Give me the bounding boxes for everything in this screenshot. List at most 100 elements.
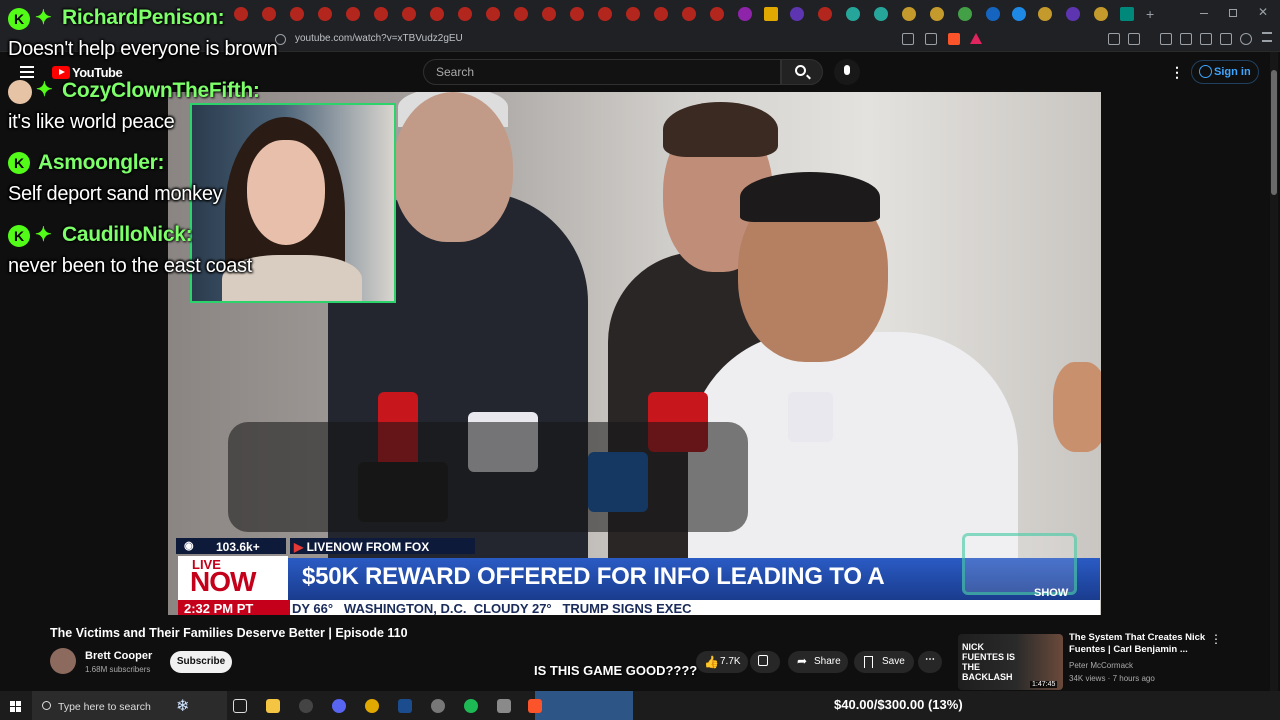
maximize-icon[interactable]	[1229, 9, 1237, 17]
channel-avatar[interactable]	[50, 648, 76, 674]
chat-username: CaudilloNick:	[62, 223, 193, 246]
chat-message: Self deport sand monkey	[8, 183, 223, 205]
save-button[interactable]: Save	[854, 651, 914, 673]
chat-message: it's like world peace	[8, 111, 175, 133]
hamburger-menu-icon[interactable]	[20, 66, 34, 78]
tab-favicon-icon[interactable]	[430, 7, 444, 21]
tab-favicon-icon[interactable]	[874, 7, 888, 21]
tab-favicon-icon[interactable]	[710, 7, 724, 21]
related-video-meta: 34K views · 7 hours ago	[1069, 674, 1155, 683]
time-label: 2:32 PM PT	[184, 601, 254, 616]
bookmarks-icon[interactable]	[1160, 33, 1172, 45]
tab-favicon-icon[interactable]	[570, 7, 584, 21]
brave-browser-icon[interactable]	[528, 699, 542, 713]
extensions-icon[interactable]	[1108, 33, 1120, 45]
taskbar-active-window[interactable]	[535, 691, 633, 720]
tab-favicon-icon[interactable]	[1120, 7, 1134, 21]
chat-message: Doesn't help everyone is brown	[8, 38, 278, 60]
sidebar-icon[interactable]	[1180, 33, 1192, 45]
channel-name[interactable]: Brett Cooper	[85, 650, 152, 662]
related-thumb-text: NICK FUENTES IS THE BACKLASH	[962, 642, 1016, 682]
subscribe-button[interactable]: Subscribe	[170, 651, 232, 673]
close-window-icon[interactable]: ✕	[1258, 5, 1268, 19]
tab-favicon-icon[interactable]	[682, 7, 696, 21]
microphone-cluster	[228, 422, 748, 532]
tab-favicon-icon[interactable]	[626, 7, 640, 21]
save-label: Save	[882, 656, 905, 667]
chat-message: never been to the east coast	[8, 255, 252, 277]
extension-icon[interactable]	[1128, 33, 1140, 45]
search-icon	[795, 65, 806, 76]
taskbar-search-placeholder[interactable]: Type here to search	[58, 701, 151, 713]
related-video-duration: 1:47:45	[1030, 681, 1058, 688]
tab-favicon-icon[interactable]	[818, 7, 832, 21]
obs-icon[interactable]	[299, 699, 313, 713]
now-label: NOW	[190, 566, 256, 597]
subscriber-gem-icon: ✦	[35, 7, 52, 29]
more-options-icon[interactable]: ⋮	[1170, 65, 1184, 79]
related-more-icon[interactable]: ⋮	[1210, 632, 1222, 646]
tab-favicon-icon[interactable]	[1012, 7, 1026, 21]
windows-start-icon[interactable]	[10, 701, 21, 712]
task-view-icon[interactable]	[233, 699, 247, 713]
minimize-icon[interactable]	[1200, 13, 1208, 14]
tab-favicon-icon[interactable]	[958, 7, 972, 21]
app-icon[interactable]	[497, 699, 511, 713]
tab-favicon-icon[interactable]	[930, 7, 944, 21]
scrollbar-thumb[interactable]	[1271, 70, 1277, 195]
video-person	[1053, 362, 1101, 452]
tab-favicon-icon[interactable]	[846, 7, 860, 21]
tab-favicon-icon[interactable]	[402, 7, 416, 21]
tab-favicon-icon[interactable]	[486, 7, 500, 21]
like-count: 7.7K	[720, 656, 741, 667]
tab-favicon-icon[interactable]	[514, 7, 528, 21]
youtube-logo-text[interactable]: YouTube	[72, 65, 123, 80]
tab-favicon-icon[interactable]	[542, 7, 556, 21]
tab-favicon-icon[interactable]	[318, 7, 332, 21]
tab-favicon-icon[interactable]	[1094, 7, 1108, 21]
url-text[interactable]: youtube.com/watch?v=xTBVudz2gEU	[295, 33, 463, 44]
related-video-title[interactable]: The System That Creates Nick Fuentes | C…	[1069, 632, 1209, 656]
tab-favicon-icon[interactable]	[1066, 7, 1080, 21]
tab-favicon-icon[interactable]	[346, 7, 360, 21]
browser-menu-icon[interactable]	[1262, 32, 1272, 42]
cast-icon[interactable]	[902, 33, 914, 45]
tab-favicon-icon[interactable]	[598, 7, 612, 21]
search-input[interactable]: Search	[423, 59, 781, 85]
stream-overlay-question: IS THIS GAME GOOD????	[534, 663, 698, 678]
tab-favicon-icon[interactable]	[374, 7, 388, 21]
discord-icon[interactable]	[332, 699, 346, 713]
new-tab-icon[interactable]: +	[1146, 6, 1154, 22]
tab-favicon-icon[interactable]	[790, 7, 804, 21]
leo-ai-icon[interactable]	[1220, 33, 1232, 45]
app-icon[interactable]	[431, 699, 445, 713]
spotify-icon[interactable]	[464, 699, 478, 713]
chat-username: CozyClownTheFifth:	[62, 79, 260, 102]
tab-favicon-icon[interactable]	[262, 7, 276, 21]
brave-shield-icon[interactable]	[948, 33, 960, 45]
tab-favicon-icon[interactable]	[902, 7, 916, 21]
tab-favicon-icon[interactable]	[458, 7, 472, 21]
tab-favicon-icon[interactable]	[654, 7, 668, 21]
share-icon: ➦	[797, 654, 808, 668]
tab-favicon-icon[interactable]	[986, 7, 1000, 21]
chrome-icon[interactable]	[365, 699, 379, 713]
brave-rewards-icon[interactable]	[970, 33, 982, 44]
share-page-icon[interactable]	[925, 33, 937, 45]
tab-favicon-icon[interactable]	[1038, 7, 1052, 21]
tab-favicon-icon[interactable]	[738, 7, 752, 21]
more-actions-button[interactable]: ⋯	[918, 651, 942, 673]
share-label: Share	[814, 656, 841, 667]
tab-favicon-icon[interactable]	[764, 7, 778, 21]
tab-favicon-icon[interactable]	[234, 7, 248, 21]
related-video-channel[interactable]: Peter McCormack	[1069, 661, 1133, 670]
vpn-icon[interactable]	[1240, 33, 1252, 45]
steam-icon[interactable]	[398, 699, 412, 713]
wallet-icon[interactable]	[1200, 33, 1212, 45]
tab-favicon-icon[interactable]	[290, 7, 304, 21]
microphone-cluster	[788, 392, 833, 442]
video-person	[663, 102, 778, 157]
file-explorer-icon[interactable]	[266, 699, 280, 713]
snowflake-icon: ❄	[176, 698, 190, 715]
youtube-logo-icon[interactable]	[52, 66, 70, 79]
